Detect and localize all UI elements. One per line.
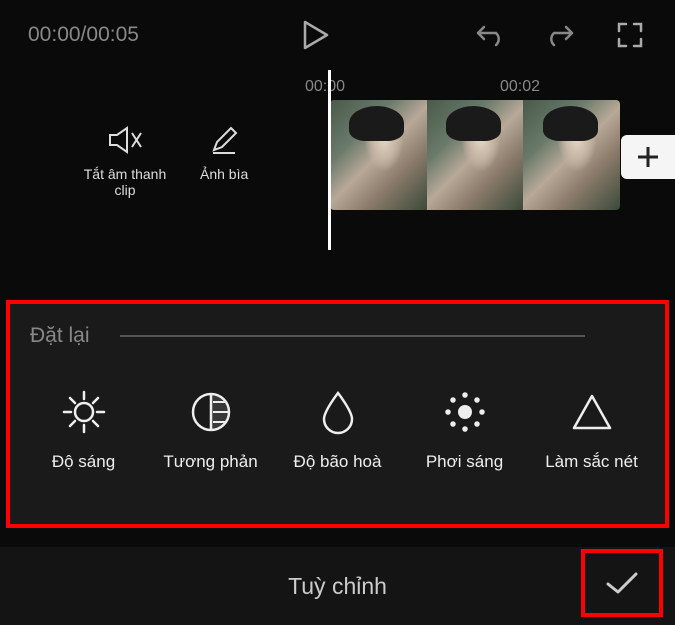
adjust-slider[interactable] xyxy=(120,335,585,337)
speaker-mute-icon xyxy=(107,122,143,158)
playhead[interactable] xyxy=(328,70,331,250)
cover-label: Ảnh bìa xyxy=(200,166,248,182)
checkmark-icon xyxy=(602,568,642,598)
fullscreen-button[interactable] xyxy=(613,18,647,52)
adjust-label: Độ bão hoà xyxy=(294,452,382,472)
time-label: 00:00 xyxy=(305,78,345,96)
exposure-icon xyxy=(441,388,489,436)
sharpen-icon xyxy=(568,388,616,436)
brightness-icon xyxy=(60,388,108,436)
clip-thumbnail xyxy=(330,100,427,210)
bottom-bar: Tuỳ chỉnh xyxy=(0,547,675,625)
add-clip-button[interactable] xyxy=(621,135,675,179)
time-label: 00:02 xyxy=(500,78,540,96)
confirm-button[interactable] xyxy=(581,549,663,617)
saturation-icon xyxy=(314,388,362,436)
edit-icon xyxy=(206,122,242,158)
clip-strip[interactable] xyxy=(330,100,620,210)
timeline-ruler: 00:00 00:02 xyxy=(0,70,675,90)
mute-clip-button[interactable]: Tắt âm thanh clip xyxy=(80,122,170,198)
adjust-label: Phơi sáng xyxy=(426,452,503,472)
adjust-brightness[interactable]: Độ sáng xyxy=(34,388,134,472)
adjust-panel: Đặt lại Độ sáng Tương phản Độ bão hoà xyxy=(6,300,669,528)
adjust-exposure[interactable]: Phơi sáng xyxy=(415,388,515,472)
adjust-saturation[interactable]: Độ bão hoà xyxy=(288,388,388,472)
contrast-icon xyxy=(187,388,235,436)
adjust-sharpen[interactable]: Làm sắc nét xyxy=(542,388,642,472)
clip-thumbnail xyxy=(523,100,620,210)
play-button[interactable] xyxy=(299,18,333,52)
adjust-label: Độ sáng xyxy=(52,452,115,472)
top-toolbar: 00:00/00:05 xyxy=(0,0,675,70)
timecode: 00:00/00:05 xyxy=(28,23,139,47)
reset-button[interactable]: Đặt lại xyxy=(30,324,90,348)
adjust-label: Làm sắc nét xyxy=(545,452,638,472)
undo-button[interactable] xyxy=(473,18,507,52)
clip-row: Tắt âm thanh clip Ảnh bìa xyxy=(0,100,675,220)
cover-image-button[interactable]: Ảnh bìa xyxy=(200,122,248,198)
clip-thumbnail xyxy=(427,100,524,210)
mute-label: Tắt âm thanh clip xyxy=(80,166,170,198)
adjust-label: Tương phản xyxy=(163,452,257,472)
redo-button[interactable] xyxy=(543,18,577,52)
panel-title: Tuỳ chỉnh xyxy=(288,573,387,600)
adjust-contrast[interactable]: Tương phản xyxy=(161,388,261,472)
